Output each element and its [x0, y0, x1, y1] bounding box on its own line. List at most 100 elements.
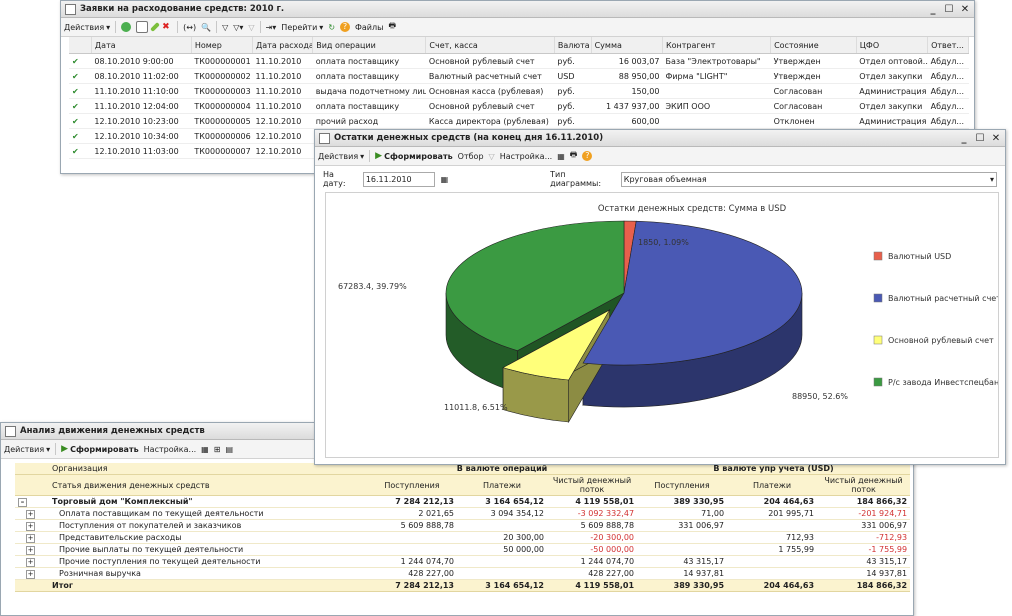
- files-button[interactable]: Файлы: [355, 23, 383, 32]
- document-icon: [319, 132, 330, 144]
- actions-menu[interactable]: Действия ▾: [64, 23, 110, 32]
- list-item[interactable]: + Поступления от покупателей и заказчиков…: [15, 519, 911, 532]
- balances-titlebar[interactable]: Остатки денежных средств (на конец дня 1…: [315, 130, 1005, 147]
- column-header[interactable]: ЦФО: [856, 37, 929, 54]
- add-icon[interactable]: [121, 22, 132, 32]
- calendar-icon[interactable]: ▦: [441, 175, 449, 184]
- date-field[interactable]: 16.11.2010: [362, 171, 435, 187]
- selection-button[interactable]: Отбор: [458, 152, 484, 161]
- clear-filter-icon[interactable]: ▽: [248, 23, 254, 32]
- table-cell: Абдул...: [927, 113, 969, 129]
- table-cell: [662, 83, 771, 99]
- goto-menu[interactable]: Перейти ▾: [281, 23, 323, 32]
- expand-icon[interactable]: +: [26, 521, 35, 531]
- delete-icon[interactable]: ✖: [162, 22, 172, 32]
- maximize-button[interactable]: ☐: [944, 4, 954, 15]
- column-header[interactable]: Дата: [91, 37, 192, 54]
- help-icon[interactable]: ?: [582, 151, 593, 161]
- chart-icon[interactable]: ▤: [225, 445, 233, 454]
- expand-icon[interactable]: +: [26, 509, 35, 519]
- filter-icon[interactable]: ▽: [222, 23, 228, 32]
- save-icon[interactable]: ▦: [557, 152, 565, 161]
- help-icon[interactable]: ?: [340, 22, 351, 32]
- chevron-down-icon: ▾: [989, 174, 994, 184]
- expand-icon[interactable]: +: [26, 533, 35, 543]
- export-icon[interactable]: ⇥▾: [266, 23, 277, 32]
- payments-header: Платежи: [457, 474, 547, 496]
- column-header[interactable]: Валюта: [554, 37, 592, 54]
- net-header: Чистый денежный поток: [547, 474, 638, 496]
- refresh-icon[interactable]: ↻: [328, 23, 335, 32]
- column-header[interactable]: Вид операции: [312, 37, 427, 54]
- list-item[interactable]: + Представительские расходы 20 300,00 -20 3…: [15, 531, 911, 544]
- generate-button[interactable]: ▶ Сформировать: [375, 151, 452, 161]
- list-item[interactable]: + Прочие поступления по текущей деятельно…: [15, 555, 911, 568]
- requests-titlebar[interactable]: Заявки на расходование средств: 2010 г. …: [61, 1, 974, 18]
- expand-cell: +: [15, 531, 49, 544]
- table-cell: 11.10.2010: [252, 53, 313, 69]
- maximize-button[interactable]: ☐: [975, 133, 985, 144]
- table-cell: 11.10.2010: [252, 98, 313, 114]
- table-row[interactable]: ✔ 11.10.2010 12:04:00 ТК000000004 11.10.201…: [69, 98, 969, 114]
- table-cell: 16 003,07: [591, 53, 663, 69]
- table-cell: оплата поставщику: [312, 68, 426, 84]
- amount-cell: 3 094 354,12: [457, 507, 547, 520]
- table-row[interactable]: ✔ 08.10.2010 11:02:00 ТК000000002 11.10.201…: [69, 68, 969, 84]
- minimize-button[interactable]: _: [959, 133, 969, 144]
- close-button[interactable]: ✕: [960, 4, 970, 15]
- structure-icon[interactable]: ⊞: [214, 445, 221, 454]
- play-icon: ▶: [375, 151, 383, 161]
- document-icon: [5, 425, 16, 437]
- pie-data-label: 1850, 1.09%: [638, 238, 689, 247]
- table-cell: Касса директора (рублевая): [425, 113, 555, 129]
- window-controls: _ ☐ ✕: [959, 133, 1001, 144]
- approved-check-icon: ✔: [69, 53, 92, 69]
- expand-icon[interactable]: +: [26, 545, 35, 555]
- collapse-icon[interactable]: –: [18, 497, 27, 507]
- list-item[interactable]: – Торговый дом "Комплексный" 7 284 212,13 3…: [15, 495, 911, 508]
- chart-legend: Валютный USD Валютный расчетный счет Основ…: [873, 251, 1004, 387]
- close-button[interactable]: ✕: [991, 133, 1001, 144]
- table-header-row: Дата Номер Дата расхода Вид операции Сче…: [69, 37, 969, 54]
- chart-area: Остатки денежных средств: Сумма в USD 18…: [325, 192, 1004, 458]
- settings-button[interactable]: Настройка...: [144, 445, 197, 454]
- table-cell: ЭКИП ООО: [662, 98, 771, 114]
- column-header[interactable]: Сумма: [591, 37, 663, 54]
- print-icon[interactable]: 🖶: [388, 20, 396, 34]
- amount-cell: 1 244 074,70: [367, 555, 457, 568]
- table-icon[interactable]: ▦: [201, 445, 209, 454]
- settings-button[interactable]: Настройка...: [500, 152, 553, 161]
- column-header[interactable]: Состояние: [770, 37, 857, 54]
- expand-icon[interactable]: +: [26, 569, 35, 579]
- column-header[interactable]: Счет, касса: [425, 37, 555, 54]
- post-icon[interactable]: (↔): [183, 23, 196, 32]
- expand-icon[interactable]: +: [26, 557, 35, 567]
- table-row[interactable]: ✔ 12.10.2010 10:23:00 ТК000000005 12.10.201…: [69, 113, 969, 129]
- list-item[interactable]: + Оплата поставщикам по текущей деятельно…: [15, 507, 911, 520]
- list-item[interactable]: + Прочие выплаты по текущей деятельности 5…: [15, 543, 911, 556]
- column-header[interactable]: Дата расхода: [252, 37, 314, 54]
- expand-cell: +: [15, 567, 49, 580]
- column-header[interactable]: Контрагент: [662, 37, 772, 54]
- filter-icon[interactable]: ▽: [489, 152, 495, 161]
- copy-icon[interactable]: [136, 21, 149, 33]
- generate-button[interactable]: ▶ Сформировать: [61, 444, 138, 454]
- balances-toolbar: Действия ▾ ▶ Сформировать Отбор ▽ Настройк…: [315, 147, 1005, 166]
- chart-type-select[interactable]: Круговая объемная ▾: [620, 171, 997, 187]
- column-header[interactable]: Номер: [191, 37, 254, 54]
- column-header[interactable]: Ответ...: [927, 37, 969, 54]
- list-item[interactable]: + Розничная выручка 428 227,00 428 227,00 14…: [15, 567, 911, 580]
- parameters-row: На дату: 16.11.2010 ▦ Тип диаграммы: Кру…: [315, 166, 1005, 192]
- table-row[interactable]: ✔ 08.10.2010 9:00:00 ТК000000001 11.10.2010…: [69, 53, 969, 69]
- print-icon[interactable]: 🖶: [570, 149, 578, 163]
- actions-menu[interactable]: Действия ▾: [318, 152, 364, 161]
- total-value: 7 284 212,13: [367, 579, 457, 592]
- edit-icon[interactable]: [150, 22, 161, 32]
- refresh-find-icon[interactable]: 🔍: [201, 23, 211, 32]
- table-row[interactable]: ✔ 11.10.2010 11:10:00 ТК000000003 11.10.201…: [69, 83, 969, 99]
- filter-list-icon[interactable]: ▽▾: [233, 23, 243, 32]
- generate-label: Сформировать: [70, 444, 139, 454]
- play-icon: ▶: [61, 444, 69, 454]
- actions-menu[interactable]: Действия ▾: [4, 445, 50, 454]
- minimize-button[interactable]: _: [928, 4, 938, 15]
